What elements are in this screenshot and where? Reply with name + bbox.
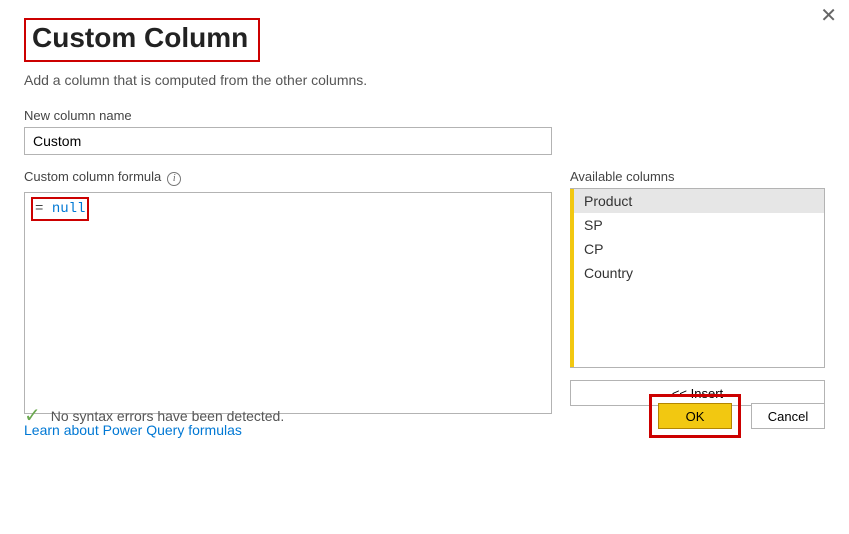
available-column-product[interactable]: Product — [570, 189, 824, 213]
dialog-subtitle: Add a column that is computed from the o… — [24, 72, 825, 88]
ok-button[interactable]: OK — [658, 403, 732, 429]
available-columns-list[interactable]: Product SP CP Country — [570, 188, 825, 368]
dialog-footer: ✓ No syntax errors have been detected. O… — [24, 394, 825, 438]
close-icon[interactable]: ✕ — [820, 6, 837, 26]
ok-highlight: OK — [649, 394, 741, 438]
formula-highlight: = null — [31, 197, 89, 221]
cancel-button[interactable]: Cancel — [751, 403, 825, 429]
formula-label: Custom column formula — [24, 169, 161, 184]
available-column-country[interactable]: Country — [570, 261, 824, 285]
formula-equals: = — [35, 201, 43, 217]
check-icon: ✓ — [24, 406, 41, 426]
dialog-title: Custom Column — [32, 22, 248, 54]
title-highlight: Custom Column — [24, 18, 260, 62]
available-columns-label: Available columns — [570, 169, 825, 184]
available-column-cp[interactable]: CP — [570, 237, 824, 261]
new-column-name-label: New column name — [24, 108, 825, 123]
info-icon[interactable]: i — [167, 172, 181, 186]
available-column-sp[interactable]: SP — [570, 213, 824, 237]
custom-column-dialog: ✕ Custom Column Add a column that is com… — [0, 0, 849, 458]
formula-input[interactable]: = null — [24, 192, 552, 414]
new-column-name-input[interactable] — [24, 127, 552, 155]
formula-keyword-null: null — [52, 201, 86, 217]
status-text: No syntax errors have been detected. — [51, 408, 284, 424]
